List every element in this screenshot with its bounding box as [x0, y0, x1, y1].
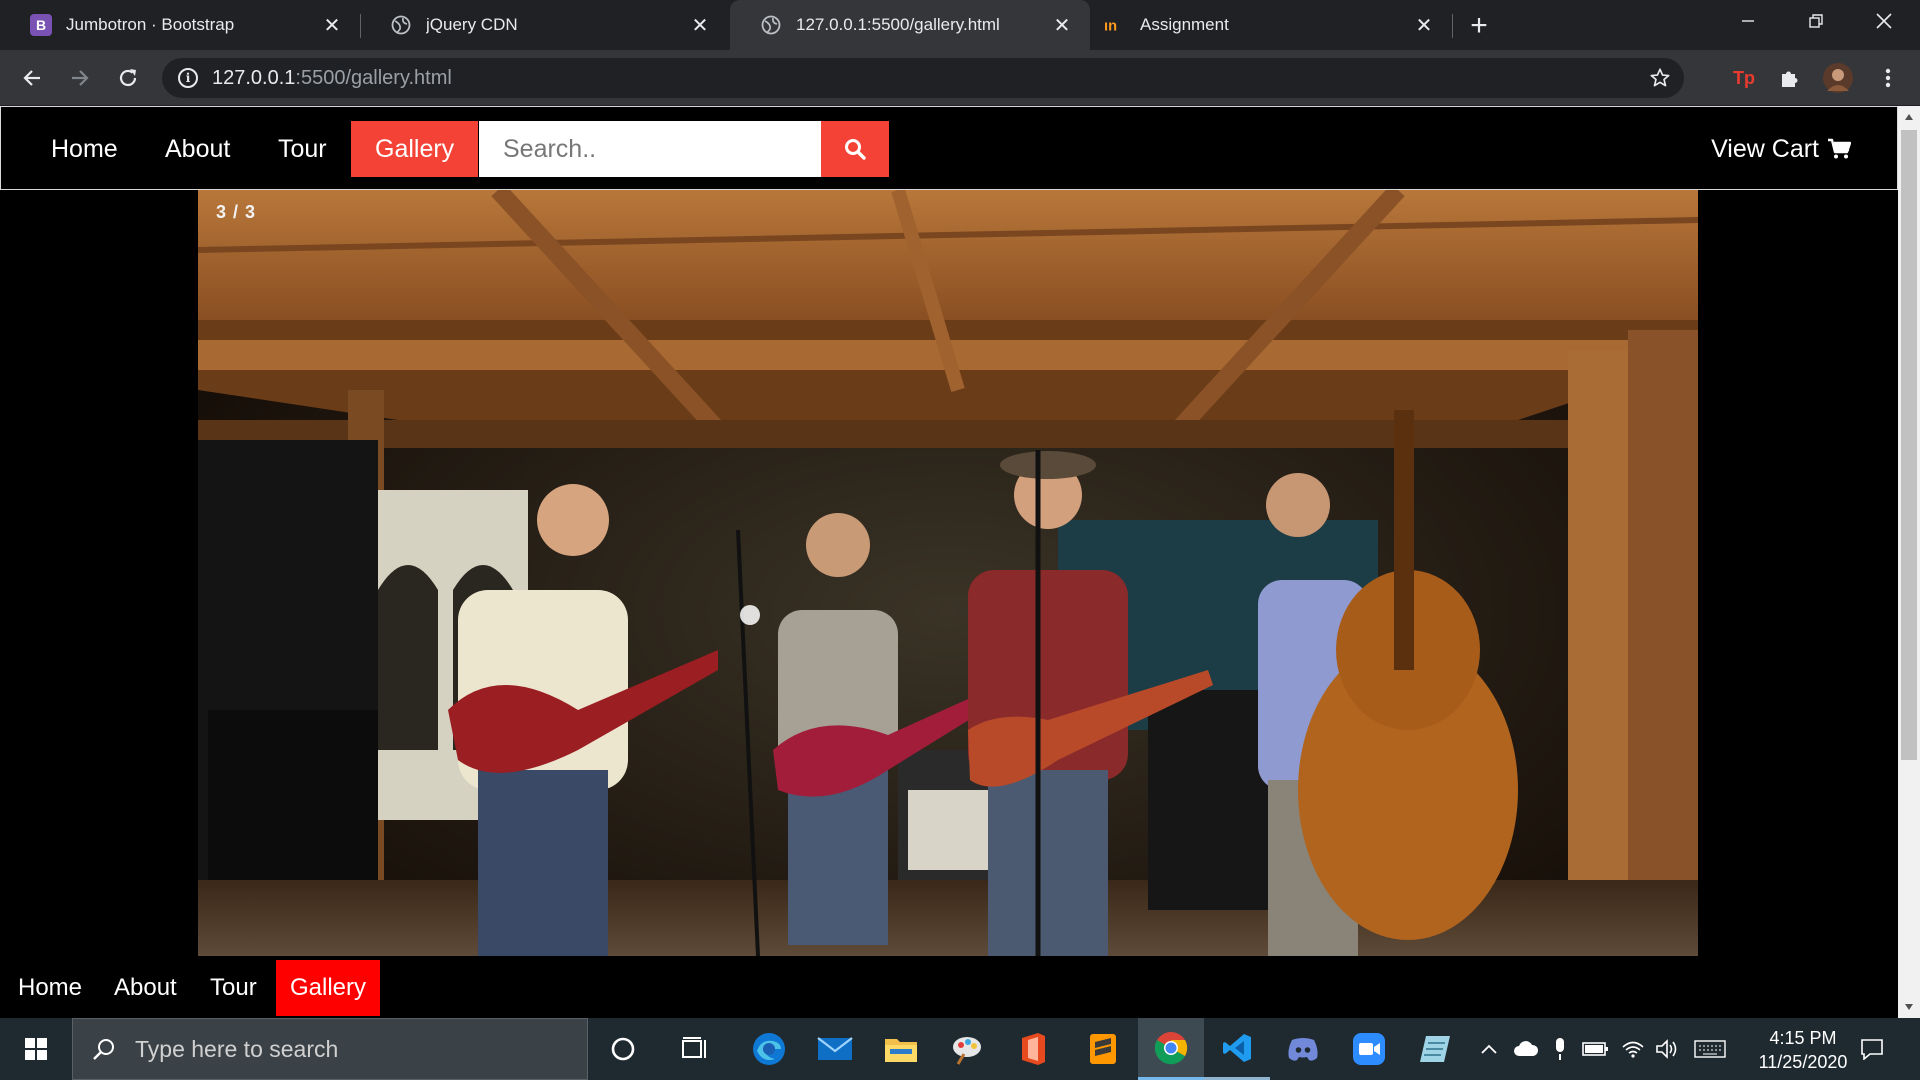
- tp-extension-icon[interactable]: Tp: [1726, 60, 1762, 96]
- minimize-button[interactable]: [1716, 0, 1780, 42]
- discord-icon[interactable]: [1270, 1018, 1336, 1080]
- bottom-navbar: Home About Tour Gallery: [0, 956, 1898, 1018]
- edge-icon[interactable]: [736, 1018, 802, 1080]
- tab-label: 127.0.0.1:5500/gallery.html: [796, 15, 1000, 34]
- onedrive-cloud-icon[interactable]: [1510, 1018, 1542, 1080]
- top-navbar: Home About Tour Gallery View Cart: [0, 106, 1898, 190]
- in-logo-icon: ın: [1104, 14, 1126, 36]
- tab-separator: [1452, 14, 1453, 38]
- new-tab-button[interactable]: +: [1462, 9, 1496, 43]
- forward-button[interactable]: [62, 60, 98, 96]
- cortana-icon[interactable]: [590, 1018, 656, 1080]
- tab-jumbotron[interactable]: B Jumbotron · Bootstrap ✕: [0, 0, 360, 50]
- taskbar-search-placeholder: Type here to search: [135, 1035, 339, 1062]
- band-photo: [198, 190, 1698, 956]
- taskbar-search-box[interactable]: Type here to search: [72, 1018, 588, 1080]
- site-info-icon[interactable]: i: [178, 68, 198, 88]
- nav-about[interactable]: About: [141, 121, 254, 177]
- office-icon[interactable]: [1000, 1018, 1066, 1080]
- svg-text:Tp: Tp: [1733, 68, 1755, 88]
- slide-counter: 3 / 3: [216, 202, 257, 222]
- volume-icon[interactable]: [1652, 1018, 1682, 1080]
- shopping-cart-icon: [1828, 138, 1851, 159]
- address-bar[interactable]: i 127.0.0.1:5500/gallery.html: [162, 58, 1684, 98]
- battery-icon[interactable]: [1578, 1018, 1614, 1080]
- notifications-icon[interactable]: [1850, 1018, 1894, 1080]
- close-tab-icon[interactable]: ✕: [318, 11, 346, 39]
- task-view-icon[interactable]: [662, 1018, 728, 1080]
- bottom-nav-gallery[interactable]: Gallery: [276, 960, 381, 1016]
- mail-icon[interactable]: [802, 1018, 868, 1080]
- notepad-icon[interactable]: [1402, 1018, 1468, 1080]
- windows-logo-icon: [25, 1038, 47, 1060]
- file-explorer-icon[interactable]: [868, 1018, 934, 1080]
- close-window-button[interactable]: [1852, 0, 1916, 42]
- chrome-icon[interactable]: [1138, 1018, 1204, 1080]
- restore-button[interactable]: [1784, 0, 1848, 42]
- close-tab-icon[interactable]: ✕: [686, 11, 714, 39]
- nav-gallery[interactable]: Gallery: [351, 121, 479, 177]
- chevron-up-icon[interactable]: [1474, 1018, 1504, 1080]
- start-button[interactable]: [0, 1018, 72, 1080]
- tab-gallery[interactable]: 127.0.0.1:5500/gallery.html ✕: [730, 0, 1090, 50]
- svg-text:ın: ın: [1104, 19, 1117, 35]
- tab-label: Jumbotron · Bootstrap: [66, 15, 235, 34]
- chrome-menu-icon[interactable]: [1870, 60, 1906, 96]
- close-tab-icon[interactable]: ✕: [1048, 11, 1076, 39]
- view-cart-link[interactable]: View Cart: [1711, 121, 1851, 177]
- search-icon: [93, 1039, 114, 1060]
- keyboard-icon[interactable]: [1690, 1018, 1730, 1080]
- clock-date: 11/25/2020: [1758, 1052, 1848, 1072]
- reload-button[interactable]: [110, 60, 146, 96]
- tab-label: jQuery CDN: [426, 15, 518, 34]
- view-cart-label: View Cart: [1711, 134, 1819, 163]
- paint-icon[interactable]: [934, 1018, 1000, 1080]
- bottom-nav-home[interactable]: Home: [4, 960, 96, 1016]
- nav-tour[interactable]: Tour: [254, 121, 351, 177]
- url-host: 127.0.0.1: [212, 66, 296, 89]
- zoom-icon[interactable]: [1336, 1018, 1402, 1080]
- search-input[interactable]: [479, 121, 821, 177]
- profile-avatar[interactable]: [1820, 60, 1856, 96]
- bottom-nav-tour[interactable]: Tour: [196, 960, 271, 1016]
- extensions-puzzle-icon[interactable]: [1772, 60, 1808, 96]
- bookmark-star-icon[interactable]: [1648, 66, 1672, 90]
- tab-label: Assignment: [1140, 15, 1229, 34]
- scroll-up-arrow-icon[interactable]: [1898, 106, 1920, 128]
- browser-toolbar: i 127.0.0.1:5500/gallery.html Tp: [0, 50, 1920, 106]
- scroll-down-arrow-icon[interactable]: [1898, 996, 1920, 1018]
- wifi-icon[interactable]: [1618, 1018, 1648, 1080]
- url-path: :5500/gallery.html: [295, 66, 452, 89]
- globe-icon: [390, 14, 412, 36]
- tab-assignment[interactable]: ın Assignment ✕: [1090, 0, 1452, 50]
- page-scrollbar[interactable]: [1898, 106, 1920, 1018]
- clock-time: 4:15 PM: [1769, 1028, 1837, 1048]
- back-button[interactable]: [14, 60, 50, 96]
- bootstrap-icon: B: [30, 14, 52, 36]
- gallery-slide: 3 / 3: [198, 190, 1698, 956]
- globe-icon: [760, 14, 782, 36]
- windows-taskbar: Type here to search 4:15 PM 11/25/2020: [0, 1018, 1920, 1080]
- bottom-nav-about[interactable]: About: [100, 960, 191, 1016]
- sublime-icon[interactable]: [1070, 1018, 1136, 1080]
- search-icon: [845, 139, 866, 160]
- tab-jquery-cdn[interactable]: jQuery CDN ✕: [360, 0, 728, 50]
- scroll-thumb[interactable]: [1901, 130, 1917, 760]
- page-viewport: Home About Tour Gallery View Cart: [0, 106, 1898, 1018]
- taskbar-clock[interactable]: 4:15 PM 11/25/2020: [1748, 1026, 1858, 1074]
- close-tab-icon[interactable]: ✕: [1410, 11, 1438, 39]
- search-button[interactable]: [821, 121, 889, 177]
- browser-tab-strip: B Jumbotron · Bootstrap ✕ jQuery CDN ✕ 1…: [0, 0, 1920, 50]
- svg-text:B: B: [36, 17, 46, 33]
- vscode-icon[interactable]: [1204, 1018, 1270, 1080]
- nav-home[interactable]: Home: [27, 121, 142, 177]
- microphone-icon[interactable]: [1546, 1018, 1574, 1080]
